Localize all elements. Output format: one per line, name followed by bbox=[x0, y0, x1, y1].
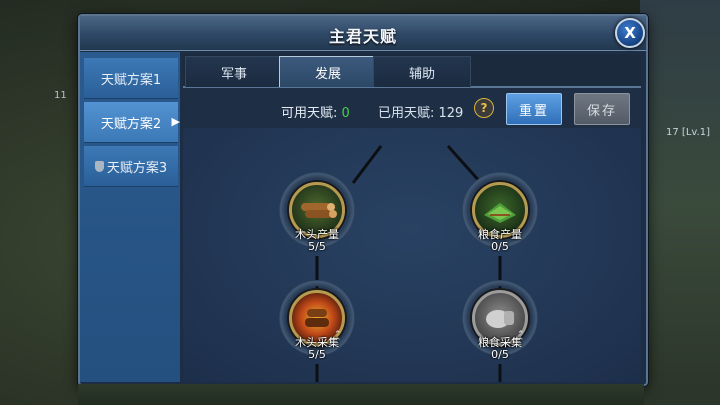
tab-label: 军事 bbox=[220, 66, 247, 82]
dialog-titlebar: 主君天赋 X bbox=[80, 16, 646, 51]
talent-dialog: 主君天赋 X 天赋方案1 天赋方案2 ▶ 天赋方案3 军事 发展 辅助 可用天赋… bbox=[78, 14, 648, 386]
talent-links bbox=[315, 145, 502, 382]
dialog-title: 主君天赋 bbox=[328, 27, 397, 46]
talent-node-food-gathering[interactable]: ⌃ ⌃ 粮食采集 0/5 bbox=[462, 280, 538, 361]
tab-label: 辅助 bbox=[408, 66, 435, 82]
plan-tab-label: 天赋方案3 bbox=[106, 160, 168, 176]
available-points-label: 可用天赋: bbox=[281, 106, 342, 121]
used-points: 已用天赋: 129 bbox=[378, 106, 464, 121]
node-level: 0/5 bbox=[491, 240, 509, 253]
lock-icon bbox=[94, 160, 104, 172]
available-points: 可用天赋: 0 bbox=[281, 102, 350, 121]
background-badge: 17 [Lv.1] bbox=[666, 127, 710, 138]
node-level: 0/5 bbox=[491, 348, 509, 361]
talent-points-row: 可用天赋: 0 已用天赋: 129 ? 重置 保存 bbox=[183, 88, 641, 128]
tab-label: 发展 bbox=[314, 66, 341, 82]
plan-tab-label: 天赋方案2 bbox=[100, 116, 162, 132]
category-tabbar: 军事 发展 辅助 bbox=[183, 54, 641, 94]
tab-development[interactable]: 发展 bbox=[279, 56, 377, 94]
plan-tab-3[interactable]: 天赋方案3 bbox=[84, 146, 178, 187]
background-footer bbox=[78, 384, 644, 405]
talent-node-wood-production[interactable]: 木头产量 5/5 bbox=[279, 172, 355, 253]
save-button[interactable]: 保存 bbox=[574, 93, 630, 125]
chevron-right-icon: ▶ bbox=[171, 115, 180, 128]
available-points-value: 0 bbox=[341, 106, 350, 121]
close-icon: X bbox=[624, 24, 636, 42]
background-number: 11 bbox=[54, 90, 67, 101]
plan-tab-2[interactable]: 天赋方案2 ▶ bbox=[84, 102, 180, 143]
talent-node-wood-gathering[interactable]: ⌃ ⌃ 木头采集 5/5 bbox=[279, 280, 355, 361]
close-button[interactable]: X bbox=[615, 18, 645, 48]
node-level: 5/5 bbox=[308, 240, 326, 253]
background-map-right bbox=[640, 0, 720, 405]
plan-tab-label: 天赋方案1 bbox=[100, 72, 162, 88]
help-icon[interactable]: ? bbox=[474, 98, 494, 118]
plan-tab-1[interactable]: 天赋方案1 bbox=[84, 58, 178, 99]
talent-node-food-production[interactable]: 粮食产量 0/5 bbox=[462, 172, 538, 253]
link-line bbox=[351, 145, 383, 184]
plan-sidebar: 天赋方案1 天赋方案2 ▶ 天赋方案3 bbox=[80, 52, 180, 382]
talent-tree: 木头产量 5/5 粮食产量 0/5 ⌃ ⌃ 木头采集 5/5 ⌃ ⌃ 粮食采集 … bbox=[183, 128, 641, 382]
tab-military[interactable]: 军事 bbox=[185, 56, 283, 87]
reset-button[interactable]: 重置 bbox=[506, 93, 562, 125]
tab-support[interactable]: 辅助 bbox=[373, 56, 471, 87]
node-level: 5/5 bbox=[308, 348, 326, 361]
